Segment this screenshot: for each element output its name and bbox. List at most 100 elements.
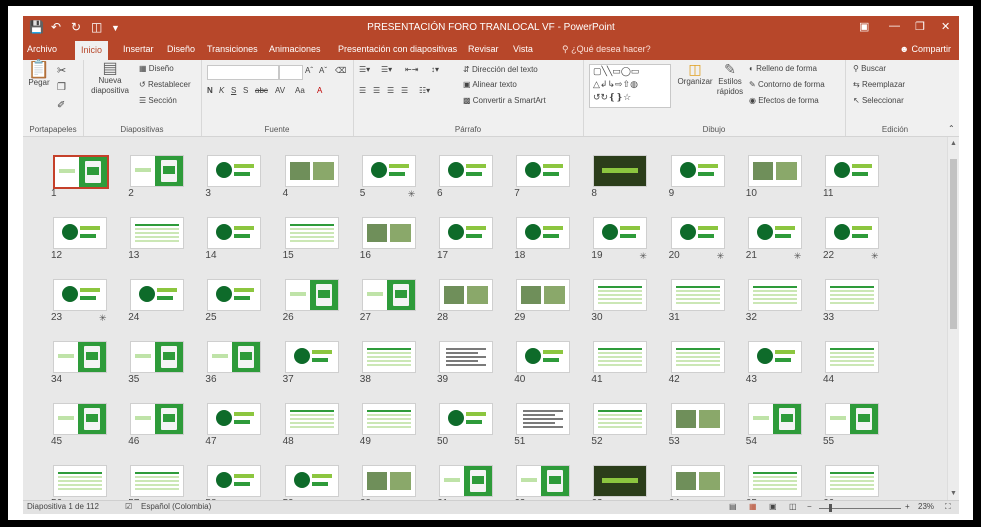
slide-thumbnail[interactable]	[516, 403, 571, 435]
slide-thumbnail[interactable]	[361, 465, 416, 497]
tab-presentacion[interactable]: Presentación con diapositivas	[338, 44, 457, 54]
shrink-font-icon[interactable]: Aˇ	[319, 66, 327, 75]
shape-effects-button[interactable]: ◉ Efectos de forma	[749, 96, 819, 105]
close-icon[interactable]: ✕	[941, 20, 950, 33]
section-button[interactable]: ☰ Sección	[139, 96, 177, 105]
new-slide-button[interactable]: ▤ Nueva diapositiva	[89, 61, 131, 96]
slide-thumbnail[interactable]	[825, 465, 879, 497]
slide-thumbnail[interactable]	[284, 403, 339, 435]
slide-thumbnail[interactable]	[670, 217, 725, 249]
copy-icon[interactable]: ❐	[57, 82, 66, 93]
vertical-scrollbar[interactable]: ▲ ▼	[947, 137, 959, 500]
slide-thumbnail[interactable]	[53, 403, 107, 435]
tab-diseno[interactable]: Diseño	[167, 44, 195, 54]
align-left-icon[interactable]: ☰	[359, 86, 366, 95]
slide-thumbnail[interactable]	[361, 403, 416, 435]
change-case-button[interactable]: Aa	[295, 86, 305, 95]
slideshow-view-icon[interactable]: ◫	[789, 502, 797, 511]
quick-styles-button[interactable]: ✎ Estilos rápidos	[715, 62, 745, 97]
slide-thumbnail[interactable]	[516, 341, 571, 373]
slide-thumbnail[interactable]	[284, 465, 339, 497]
slide-thumbnail[interactable]	[516, 217, 571, 249]
tell-me-search[interactable]: ⚲ ¿Qué desea hacer?	[562, 44, 651, 55]
slide-thumbnail[interactable]	[207, 155, 262, 187]
slide-thumbnail[interactable]	[439, 465, 493, 497]
columns-icon[interactable]: ☷▾	[419, 86, 430, 95]
slide-thumbnail[interactable]	[670, 403, 725, 435]
tab-vista[interactable]: Vista	[513, 44, 533, 54]
tab-inicio[interactable]: Inicio	[75, 41, 109, 60]
slide-thumbnail[interactable]	[207, 341, 262, 373]
slide-thumbnail[interactable]	[53, 155, 109, 189]
normal-view-icon[interactable]: ▤	[729, 502, 737, 511]
text-direction-button[interactable]: ⇵ Dirección del texto	[463, 65, 538, 74]
slide-thumbnail[interactable]	[53, 465, 107, 497]
slide-thumbnail[interactable]	[825, 279, 879, 311]
slide-thumbnail[interactable]	[361, 155, 416, 187]
slide-thumbnail[interactable]	[825, 217, 879, 249]
slide-thumbnail[interactable]	[130, 217, 185, 249]
slide-thumbnail[interactable]	[670, 465, 725, 497]
slide-thumbnail[interactable]	[361, 279, 416, 311]
slide-thumbnail[interactable]	[284, 217, 339, 249]
italic-button[interactable]: K	[219, 86, 224, 95]
slide-thumbnail[interactable]	[130, 279, 185, 311]
scrollbar-thumb[interactable]	[950, 159, 957, 329]
slide-thumbnail[interactable]	[593, 403, 648, 435]
slide-thumbnail[interactable]	[747, 465, 802, 497]
strikethrough-button[interactable]: abc	[255, 86, 268, 95]
tab-animaciones[interactable]: Animaciones	[269, 44, 321, 54]
numbering-icon[interactable]: ☰▾	[381, 65, 392, 74]
slide-thumbnail[interactable]	[207, 403, 262, 435]
restore-icon[interactable]: ❐	[915, 20, 925, 33]
shapes-gallery[interactable]: ▢╲╲▭◯▭ △↲↳⇨⇧◍ ↺↻❴❵☆	[589, 64, 671, 108]
slide-thumbnail[interactable]	[130, 465, 185, 497]
justify-icon[interactable]: ☰	[401, 86, 408, 95]
slide-thumbnail[interactable]	[747, 217, 802, 249]
slide-sorter-view-icon[interactable]: ▦	[749, 502, 757, 511]
slide-thumbnail[interactable]	[207, 279, 262, 311]
align-center-icon[interactable]: ☰	[373, 86, 380, 95]
shape-outline-button[interactable]: ✎ Contorno de forma	[749, 80, 825, 89]
slide-thumbnail[interactable]	[593, 465, 648, 497]
tab-revisar[interactable]: Revisar	[468, 44, 499, 54]
slide-thumbnail[interactable]	[670, 155, 725, 187]
slide-thumbnail[interactable]	[747, 341, 802, 373]
slide-thumbnail[interactable]	[53, 341, 107, 373]
slide-thumbnail[interactable]	[439, 403, 493, 435]
underline-button[interactable]: S	[231, 86, 236, 95]
slide-thumbnail[interactable]	[593, 341, 648, 373]
slide-thumbnail[interactable]	[53, 279, 107, 311]
find-button[interactable]: ⚲ Buscar	[853, 64, 886, 73]
slide-thumbnail[interactable]	[747, 155, 802, 187]
scroll-down-icon[interactable]: ▼	[949, 489, 958, 498]
zoom-in-icon[interactable]: +	[905, 502, 910, 511]
layout-button[interactable]: ▦ Diseño	[139, 64, 174, 73]
format-painter-icon[interactable]: ✐	[57, 100, 65, 111]
line-spacing-icon[interactable]: ↕▾	[431, 65, 439, 74]
slide-thumbnail[interactable]	[516, 155, 571, 187]
shape-fill-button[interactable]: ◐ Relleno de forma	[749, 64, 817, 73]
replace-button[interactable]: ⇆ Reemplazar	[853, 80, 905, 89]
slide-thumbnail[interactable]	[207, 217, 262, 249]
slide-thumbnail[interactable]	[439, 155, 493, 187]
slide-thumbnail[interactable]	[130, 341, 185, 373]
reading-view-icon[interactable]: ▣	[769, 502, 777, 511]
shadow-button[interactable]: S	[243, 86, 248, 95]
indent-icon[interactable]: ⇤⇥	[405, 65, 418, 74]
zoom-level[interactable]: 23%	[918, 502, 934, 511]
slide-thumbnail[interactable]	[361, 341, 416, 373]
font-color-button[interactable]: A	[317, 86, 322, 95]
slide-thumbnail[interactable]	[825, 341, 879, 373]
slide-thumbnail[interactable]	[670, 279, 725, 311]
paste-button[interactable]: 📋 Pegar	[27, 60, 51, 88]
cut-icon[interactable]: ✂	[57, 64, 66, 77]
scroll-up-icon[interactable]: ▲	[949, 139, 958, 148]
fit-window-icon[interactable]: ⛶	[945, 502, 951, 512]
slide-thumbnail[interactable]	[361, 217, 416, 249]
slide-thumbnail[interactable]	[825, 155, 879, 187]
slide-thumbnail[interactable]	[439, 217, 493, 249]
slide-thumbnail[interactable]	[284, 341, 339, 373]
grow-font-icon[interactable]: Aˆ	[305, 66, 313, 75]
select-button[interactable]: ↖ Seleccionar	[853, 96, 904, 105]
